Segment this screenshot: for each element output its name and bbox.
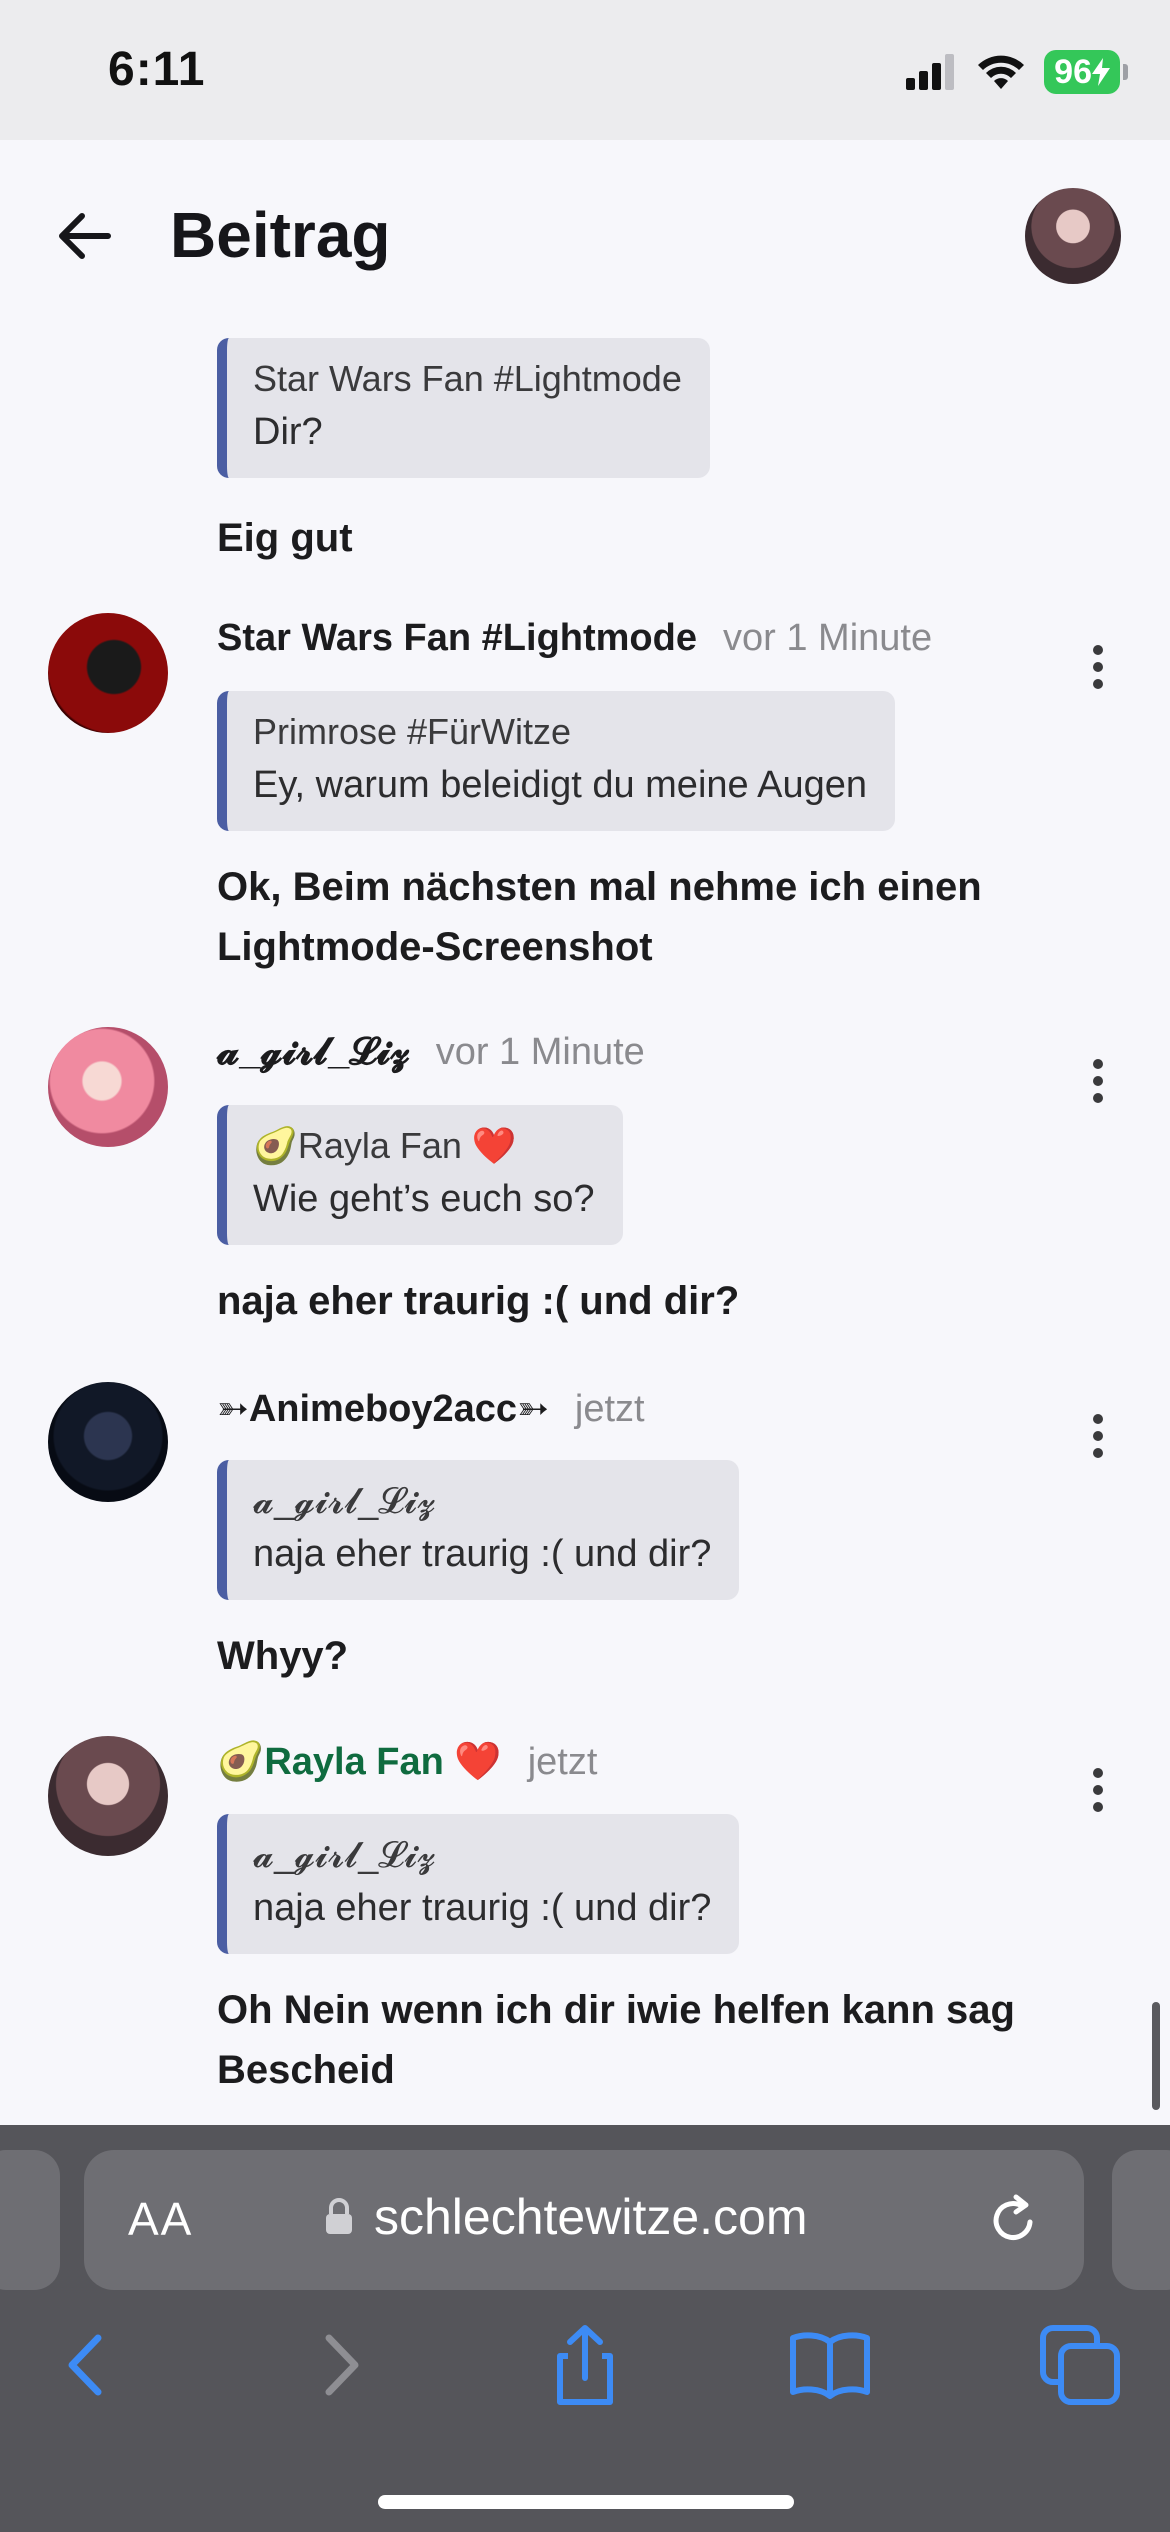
home-indicator [378,2495,794,2509]
avatar[interactable] [48,1736,168,1856]
browser-toolbar: AA schlechtewitze.com [0,2125,1170,2532]
comment-meta: 𝓪_𝓰𝓲𝓻𝓵_𝓛𝓲𝔃 vor 1 Minute [217,1031,645,1074]
quoted-reply[interactable]: Primrose #FürWitze Ey, warum beleidigt d… [217,691,895,831]
cellular-signal-icon [906,54,955,90]
avatar[interactable] [48,1382,168,1502]
tabs-icon[interactable] [1035,2320,1125,2410]
comment-feed[interactable]: Star Wars Fan #Lightmode Dir? Eig gut St… [0,330,1170,2125]
quoted-reply[interactable]: Star Wars Fan #Lightmode Dir? [217,338,710,478]
comment-text: Oh Nein wenn ich dir iwie helfen kann sa… [217,1988,1015,2092]
scrollbar[interactable] [1152,2002,1160,2110]
quote-text: Ey, warum beleidigt du meine Augen [253,764,867,806]
profile-avatar[interactable] [1025,188,1121,284]
status-icons: 96 [906,50,1128,94]
comment-author[interactable]: ➳Animeboy2acc➳ [217,1386,549,1431]
url-text[interactable]: schlechtewitze.com [374,2188,808,2246]
next-tab[interactable] [1112,2150,1170,2290]
vertical-dots-icon[interactable] [1080,1051,1116,1111]
reload-icon[interactable] [986,2192,1042,2248]
comment-time: jetzt [574,1388,645,1430]
lock-icon [326,2198,352,2234]
quoted-reply[interactable]: 𝓪_𝓰𝓲𝓻𝓵_𝓛𝓲𝔃 naja eher traurig :( und dir? [217,1460,740,1600]
quote-text: Dir? [253,411,323,453]
status-bar: 6:11 96 [0,0,1170,140]
avatar[interactable] [48,613,168,733]
comment-meta: 🥑Rayla Fan ❤️ jetzt [217,1740,597,1784]
page-header: Beitrag [0,140,1170,330]
vertical-dots-icon[interactable] [1080,1760,1116,1820]
comment-author[interactable]: 🥑Rayla Fan ❤️ [217,1740,502,1784]
address-bar[interactable]: AA schlechtewitze.com [84,2150,1084,2290]
status-time: 6:11 [108,43,206,96]
battery-indicator: 96 [1044,50,1128,94]
comment-time: vor 1 Minute [435,1031,645,1073]
comment-author[interactable]: 𝓪_𝓰𝓲𝓻𝓵_𝓛𝓲𝔃 [217,1031,410,1074]
quote-text: naja eher traurig :( und dir? [253,1533,712,1575]
comment-meta: Star Wars Fan #Lightmode vor 1 Minute [217,617,932,660]
quoted-reply[interactable]: 🥑Rayla Fan ❤️ Wie geht’s euch so? [217,1105,623,1245]
quoted-reply[interactable]: 𝓪_𝓰𝓲𝓻𝓵_𝓛𝓲𝔃 naja eher traurig :( und dir? [217,1814,740,1954]
quote-author: 𝓪_𝓰𝓲𝓻𝓵_𝓛𝓲𝔃 [253,1480,436,1521]
share-icon[interactable] [540,2320,630,2410]
previous-tab[interactable] [0,2150,60,2290]
url-display[interactable]: schlechtewitze.com [324,2188,808,2246]
chevron-right-icon[interactable] [295,2320,385,2410]
vertical-dots-icon[interactable] [1080,637,1116,697]
bookmarks-icon[interactable] [785,2320,875,2410]
comment-time: vor 1 Minute [723,617,933,659]
comment-meta: ➳Animeboy2acc➳ jetzt [217,1386,645,1431]
chevron-left-icon[interactable] [42,2320,132,2410]
quote-author: 𝓪_𝓰𝓲𝓻𝓵_𝓛𝓲𝔃 [253,1834,436,1875]
quote-text: naja eher traurig :( und dir? [253,1887,712,1929]
wifi-icon [978,55,1025,89]
quote-author: Primrose #FürWitze [253,711,572,752]
comment-text: Eig gut [217,516,353,560]
quote-author: Star Wars Fan #Lightmode [253,358,682,399]
text-size-button[interactable]: AA [128,2192,193,2246]
quote-author: 🥑Rayla Fan ❤️ [253,1125,517,1166]
comment-text: Whyy? [217,1634,349,1678]
avatar[interactable] [48,1027,168,1147]
charging-bolt-icon [1092,58,1110,86]
comment-author[interactable]: Star Wars Fan #Lightmode [217,617,697,660]
comment-text: Ok, Beim nächsten mal nehme ich einen Li… [217,865,982,969]
comment-text: naja eher traurig :( und dir? [217,1279,740,1323]
arrow-left-icon[interactable] [52,204,116,268]
quote-text: Wie geht’s euch so? [253,1178,595,1220]
page-title: Beitrag [170,199,391,271]
vertical-dots-icon[interactable] [1080,1406,1116,1466]
comment-time: jetzt [527,1741,598,1783]
browser-navigation [0,2320,1170,2440]
battery-level: 96 [1054,52,1092,91]
